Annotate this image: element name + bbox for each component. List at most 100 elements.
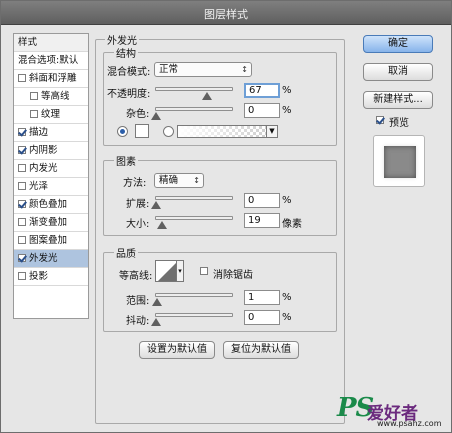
glow-gradient-swatch[interactable] bbox=[177, 125, 267, 138]
sidebar-item-checkbox[interactable] bbox=[18, 164, 26, 172]
spread-slider-thumb[interactable] bbox=[151, 201, 161, 209]
sidebar-item-checkbox[interactable] bbox=[18, 200, 26, 208]
range-input[interactable]: 1 bbox=[244, 290, 280, 305]
spread-input[interactable]: 0 bbox=[244, 193, 280, 208]
contour-label: 等高线: bbox=[119, 271, 153, 282]
sidebar-item-label: 等高线 bbox=[41, 91, 70, 102]
quality-title: 品质 bbox=[114, 245, 138, 260]
elements-title: 图素 bbox=[114, 153, 138, 168]
structure-title: 结构 bbox=[114, 45, 138, 60]
sidebar-item[interactable]: 颜色叠加 bbox=[14, 196, 88, 214]
layer-style-dialog: 图层样式 样式 混合选项:默认斜面和浮雕等高线纹理描边内阴影内发光光泽颜色叠加渐… bbox=[0, 0, 452, 433]
method-select[interactable]: 精确 ↕ bbox=[154, 173, 204, 188]
opacity-unit: % bbox=[282, 85, 292, 96]
method-value: 精确 bbox=[159, 175, 179, 186]
sidebar-item-checkbox[interactable] bbox=[18, 236, 26, 244]
noise-unit: % bbox=[282, 105, 292, 116]
sidebar-item-checkbox[interactable] bbox=[18, 272, 26, 280]
sidebar-item-label: 图案叠加 bbox=[29, 235, 68, 246]
jitter-slider-thumb[interactable] bbox=[151, 318, 161, 326]
jitter-label: 抖动: bbox=[126, 316, 150, 327]
size-unit: 像素 bbox=[282, 219, 302, 230]
spread-label: 扩展: bbox=[126, 199, 150, 210]
noise-input[interactable]: 0 bbox=[244, 103, 280, 118]
updown-arrow-icon: ↕ bbox=[241, 65, 248, 74]
sidebar-item-checkbox[interactable] bbox=[18, 146, 26, 154]
sidebar-item-checkbox[interactable] bbox=[18, 254, 26, 262]
sidebar-item[interactable]: 等高线 bbox=[14, 88, 88, 106]
range-slider[interactable] bbox=[151, 293, 233, 306]
sidebar-item-label: 外发光 bbox=[29, 253, 58, 264]
blend-mode-label: 混合模式: bbox=[107, 67, 151, 78]
new-style-button[interactable]: 新建样式... bbox=[363, 91, 433, 109]
sidebar-item-label: 光泽 bbox=[29, 181, 49, 192]
sidebar-item[interactable]: 描边 bbox=[14, 124, 88, 142]
watermark-logo: PS 爱好者 www.psahz.com bbox=[337, 393, 447, 429]
sidebar-item-checkbox[interactable] bbox=[30, 110, 38, 118]
blend-mode-select[interactable]: 正常 ↕ bbox=[154, 62, 252, 77]
reset-default-button[interactable]: 复位为默认值 bbox=[223, 341, 299, 359]
range-slider-thumb[interactable] bbox=[151, 298, 162, 306]
spread-slider[interactable] bbox=[151, 196, 233, 209]
cancel-button[interactable]: 取消 bbox=[363, 63, 433, 81]
styles-list: 样式 混合选项:默认斜面和浮雕等高线纹理描边内阴影内发光光泽颜色叠加渐变叠加图案… bbox=[13, 33, 89, 319]
glow-color-swatch[interactable] bbox=[135, 124, 149, 138]
preview-swatch bbox=[384, 146, 416, 178]
range-label: 范围: bbox=[126, 296, 150, 307]
spread-unit: % bbox=[282, 195, 292, 206]
antialias-label: 消除锯齿 bbox=[213, 270, 253, 281]
styles-list-header[interactable]: 样式 bbox=[14, 34, 88, 52]
sidebar-item[interactable]: 外发光 bbox=[14, 250, 88, 268]
sidebar-item-label: 内发光 bbox=[29, 163, 58, 174]
sidebar-item[interactable]: 图案叠加 bbox=[14, 232, 88, 250]
preview-checkbox[interactable] bbox=[376, 116, 384, 124]
ok-button[interactable]: 确定 bbox=[363, 35, 433, 53]
opacity-input[interactable]: 67 bbox=[244, 83, 280, 98]
size-slider[interactable] bbox=[155, 216, 233, 229]
sidebar-item-label: 描边 bbox=[29, 127, 49, 138]
sidebar-item[interactable]: 渐变叠加 bbox=[14, 214, 88, 232]
title-bar[interactable]: 图层样式 bbox=[1, 1, 451, 25]
chevron-down-icon[interactable]: ▼ bbox=[266, 125, 278, 138]
opacity-slider[interactable] bbox=[155, 87, 233, 100]
blend-mode-value: 正常 bbox=[159, 64, 179, 75]
method-label: 方法: bbox=[123, 178, 147, 189]
size-input[interactable]: 19 bbox=[244, 213, 280, 228]
noise-slider-thumb[interactable] bbox=[151, 112, 161, 120]
sidebar-item-label: 斜面和浮雕 bbox=[29, 73, 77, 84]
sidebar-item[interactable]: 光泽 bbox=[14, 178, 88, 196]
sidebar-item[interactable]: 斜面和浮雕 bbox=[14, 70, 88, 88]
sidebar-item[interactable]: 纹理 bbox=[14, 106, 88, 124]
contour-picker[interactable] bbox=[155, 260, 177, 282]
dialog-title: 图层样式 bbox=[204, 8, 248, 21]
gradient-radio[interactable] bbox=[163, 126, 174, 137]
antialias-checkbox[interactable] bbox=[200, 267, 208, 275]
jitter-input[interactable]: 0 bbox=[244, 310, 280, 325]
sidebar-item-label: 纹理 bbox=[41, 109, 61, 120]
style-preview bbox=[373, 135, 425, 187]
opacity-slider-thumb[interactable] bbox=[201, 92, 212, 100]
jitter-unit: % bbox=[282, 312, 292, 323]
noise-label: 杂色: bbox=[126, 109, 150, 120]
noise-slider[interactable] bbox=[151, 107, 233, 120]
sidebar-item-checkbox[interactable] bbox=[30, 92, 38, 100]
sidebar-item[interactable]: 内发光 bbox=[14, 160, 88, 178]
size-slider-thumb[interactable] bbox=[156, 221, 167, 229]
solid-color-radio[interactable] bbox=[117, 126, 128, 137]
jitter-slider[interactable] bbox=[151, 313, 233, 326]
sidebar-item-checkbox[interactable] bbox=[18, 218, 26, 226]
sidebar-item-label: 混合选项:默认 bbox=[18, 55, 79, 66]
sidebar-item-checkbox[interactable] bbox=[18, 128, 26, 136]
size-label: 大小: bbox=[126, 219, 150, 230]
chevron-down-icon[interactable]: ▾ bbox=[176, 260, 184, 282]
sidebar-item[interactable]: 混合选项:默认 bbox=[14, 52, 88, 70]
sidebar-item-checkbox[interactable] bbox=[18, 74, 26, 82]
sidebar-item[interactable]: 内阴影 bbox=[14, 142, 88, 160]
sidebar-item[interactable]: 投影 bbox=[14, 268, 88, 286]
sidebar-item-label: 颜色叠加 bbox=[29, 199, 68, 210]
sidebar-item-label: 内阴影 bbox=[29, 145, 58, 156]
set-default-button[interactable]: 设置为默认值 bbox=[139, 341, 215, 359]
sidebar-item-label: 投影 bbox=[29, 271, 49, 282]
sidebar-item-checkbox[interactable] bbox=[18, 182, 26, 190]
sidebar-item-label: 渐变叠加 bbox=[29, 217, 68, 228]
